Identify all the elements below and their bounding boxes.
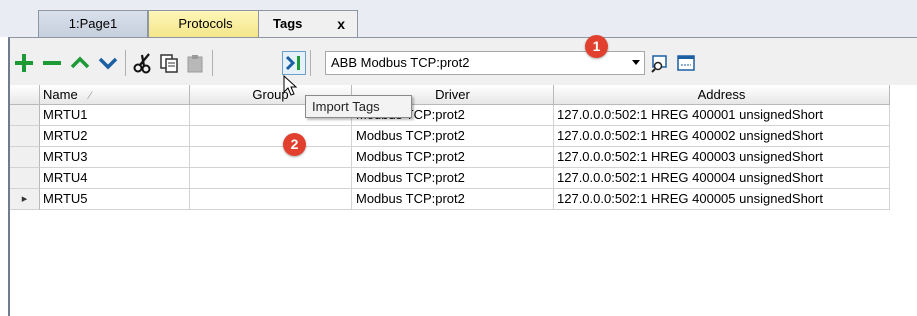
row-header-corner[interactable] xyxy=(10,85,40,105)
column-header-driver-label: Driver xyxy=(435,87,470,102)
tags-toolbar: ABB Modbus TCP:prot2 xyxy=(10,38,917,85)
add-icon xyxy=(15,54,33,72)
tag-address-cell[interactable]: 127.0.0.0:502:1 HREG 400003 unsignedShor… xyxy=(554,147,890,168)
tooltip-text: Import Tags xyxy=(312,99,380,114)
column-header-address-label: Address xyxy=(697,87,746,102)
move-down-button[interactable] xyxy=(96,51,120,75)
tag-address-cell[interactable]: 127.0.0.0:502:1 HREG 400002 unsignedShor… xyxy=(554,126,890,147)
document-tab-strip: 1:Page1 Protocols Tags x xyxy=(0,0,917,37)
toolbar-separator xyxy=(310,50,311,76)
tab-tags-label: Tags xyxy=(273,16,303,31)
tab-protocols[interactable]: Protocols xyxy=(148,10,263,37)
toolbar-separator xyxy=(125,50,126,76)
tag-driver-cell[interactable]: Modbus TCP:prot2 xyxy=(352,189,554,210)
tab-page1-label: 1:Page1 xyxy=(68,16,118,31)
tag-browser-button[interactable] xyxy=(648,51,672,75)
move-down-icon xyxy=(98,57,118,70)
tag-driver-cell[interactable]: Modbus TCP:prot2 xyxy=(352,168,554,189)
row-selector[interactable] xyxy=(10,126,40,147)
column-header-name[interactable]: Name ⁄ xyxy=(40,85,190,105)
tab-page1[interactable]: 1:Page1 xyxy=(38,10,148,37)
chevron-down-icon[interactable] xyxy=(632,60,640,65)
tag-name-cell[interactable]: MRTU2 xyxy=(40,126,190,147)
callout-badge-1: 1 xyxy=(585,35,608,58)
table-header: Name ⁄ Group Driver Address xyxy=(10,85,890,105)
tag-group-cell[interactable] xyxy=(190,189,352,210)
window-icon xyxy=(677,55,695,71)
table-row[interactable]: MRTU3 Modbus TCP:prot2 127.0.0.0:502:1 H… xyxy=(10,147,890,168)
table-row[interactable]: MRTU2 Modbus TCP:prot2 127.0.0.0:502:1 H… xyxy=(10,126,890,147)
add-tag-button[interactable] xyxy=(12,51,36,75)
remove-icon xyxy=(43,61,61,65)
tags-editor-panel: ABB Modbus TCP:prot2 Name ⁄ Group Driver… xyxy=(8,37,917,316)
table-row[interactable]: MRTU1 Modbus TCP:prot2 127.0.0.0:502:1 H… xyxy=(10,105,890,126)
current-row-indicator-icon: ▸ xyxy=(21,193,28,205)
copy-button[interactable] xyxy=(157,51,181,75)
row-selector[interactable] xyxy=(10,168,40,189)
row-selector[interactable] xyxy=(10,105,40,126)
tag-address-cell[interactable]: 127.0.0.0:502:1 HREG 400004 unsignedShor… xyxy=(554,168,890,189)
tag-name-cell[interactable]: MRTU3 xyxy=(40,147,190,168)
tag-group-cell[interactable] xyxy=(190,147,352,168)
tag-name-cell[interactable]: MRTU5 xyxy=(40,189,190,210)
tab-protocols-label: Protocols xyxy=(178,16,233,31)
copy-icon xyxy=(160,54,178,73)
remove-tag-button[interactable] xyxy=(40,51,64,75)
tag-name-cell[interactable]: MRTU1 xyxy=(40,105,190,126)
toolbar-separator xyxy=(212,50,213,76)
cut-icon xyxy=(133,53,151,74)
callout-badge-2: 2 xyxy=(283,133,306,156)
sort-indicator-icon: ⁄ xyxy=(89,90,92,102)
paste-button[interactable] xyxy=(183,51,207,75)
paste-icon xyxy=(187,55,203,73)
tag-name-cell[interactable]: MRTU4 xyxy=(40,168,190,189)
table-row[interactable]: MRTU4 Modbus TCP:prot2 127.0.0.0:502:1 H… xyxy=(10,168,890,189)
tag-group-cell[interactable] xyxy=(190,168,352,189)
tag-group-cell[interactable] xyxy=(190,126,352,147)
import-tags-tooltip: Import Tags xyxy=(305,95,412,118)
window-layout-button[interactable] xyxy=(674,51,698,75)
table-row[interactable]: ▸ MRTU5 Modbus TCP:prot2 127.0.0.0:502:1… xyxy=(10,189,890,210)
tag-address-cell[interactable]: 127.0.0.0:502:1 HREG 400005 unsignedShor… xyxy=(554,189,890,210)
tab-close-icon[interactable]: x xyxy=(337,11,345,37)
cut-button[interactable] xyxy=(131,51,155,75)
move-up-button[interactable] xyxy=(68,51,92,75)
tag-driver-cell[interactable]: Modbus TCP:prot2 xyxy=(352,126,554,147)
column-header-name-label: Name xyxy=(43,87,78,102)
tag-browser-icon xyxy=(651,55,667,73)
row-selector[interactable] xyxy=(10,147,40,168)
move-up-icon xyxy=(70,56,90,69)
row-selector[interactable]: ▸ xyxy=(10,189,40,210)
protocol-select-value: ABB Modbus TCP:prot2 xyxy=(331,55,470,70)
tag-driver-cell[interactable]: Modbus TCP:prot2 xyxy=(352,147,554,168)
import-tags-icon xyxy=(285,55,300,71)
import-tags-button[interactable] xyxy=(282,51,306,75)
mouse-pointer-icon xyxy=(283,75,298,96)
tab-tags[interactable]: Tags x xyxy=(258,10,358,37)
tag-address-cell[interactable]: 127.0.0.0:502:1 HREG 400001 unsignedShor… xyxy=(554,105,890,126)
column-header-address[interactable]: Address xyxy=(554,85,890,105)
